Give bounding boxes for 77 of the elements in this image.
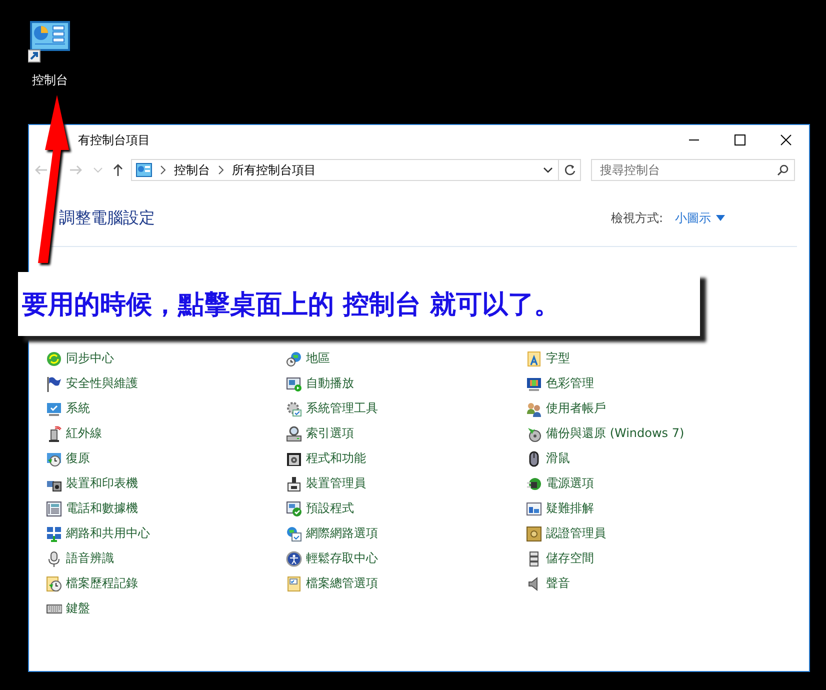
control-panel-link[interactable]: 色彩管理 (546, 375, 594, 392)
control-panel-link[interactable]: 網際網路選項 (306, 525, 378, 542)
control-panel-link[interactable]: 程式和功能 (306, 450, 366, 467)
folder-clock-icon (46, 576, 62, 592)
address-bar[interactable]: 控制台 所有控制台項目 (131, 159, 559, 181)
control-panel-link[interactable]: 系統 (66, 400, 90, 417)
page-heading: 調整電腦設定 (59, 208, 156, 228)
vault-icon (526, 526, 542, 542)
flag-icon (46, 376, 62, 392)
control-panel-link[interactable]: 同步中心 (66, 350, 114, 367)
media-window-icon (286, 376, 302, 392)
plug-icon (526, 476, 542, 492)
chevron-right-icon (160, 165, 166, 175)
monitor-icon (46, 400, 62, 416)
control-panel-link[interactable]: 聲音 (546, 575, 570, 592)
control-panel-link[interactable]: 索引選項 (306, 425, 354, 442)
control-panel-link[interactable]: 儲存空間 (546, 550, 594, 567)
refresh-icon (564, 164, 576, 176)
gear-icon (286, 400, 302, 416)
control-panel-link[interactable]: 復原 (66, 450, 90, 467)
control-panel-link[interactable]: 輕鬆存取中心 (306, 550, 378, 567)
control-panel-link[interactable]: 檔案總管選項 (306, 575, 378, 592)
desktop-icon-label: 控制台 (32, 72, 68, 89)
control-panel-link[interactable]: 網路和共用中心 (66, 525, 150, 542)
control-panel-link[interactable]: 認證管理員 (546, 525, 606, 542)
breadcrumb-item[interactable]: 控制台 (174, 162, 210, 178)
chevron-right-icon (218, 165, 224, 175)
refresh-button[interactable] (559, 159, 581, 181)
caret-icon (716, 215, 725, 221)
control-panel-icon[interactable] (28, 20, 72, 64)
control-panel-link[interactable]: 紅外線 (66, 425, 102, 442)
globe-window-icon (286, 526, 302, 542)
view-by-label: 檢視方式: (610, 210, 663, 226)
control-panel-link[interactable]: 地區 (306, 350, 330, 367)
accessibility-icon (286, 550, 302, 566)
device-icon (286, 476, 302, 492)
control-panel-link[interactable]: 裝置和印表機 (66, 475, 138, 492)
control-panel-link[interactable]: 電話和數據機 (66, 500, 138, 517)
control-panel-link[interactable]: 預設程式 (306, 500, 354, 517)
clock-monitor-icon (46, 450, 62, 466)
search-icon (777, 164, 789, 176)
view-by-dropdown[interactable]: 小圖示 (675, 210, 725, 226)
window-check-icon (286, 500, 302, 516)
window-title: 有控制台項目 (78, 132, 151, 148)
control-panel-link[interactable]: 疑難排解 (546, 500, 594, 517)
control-panel-link[interactable]: 系統管理工具 (306, 400, 378, 417)
breadcrumb-item[interactable]: 所有控制台項目 (232, 162, 316, 178)
control-panel-link[interactable]: 滑鼠 (546, 450, 570, 467)
control-panel-link[interactable]: 字型 (546, 350, 570, 367)
control-panel-link[interactable]: 語音辨識 (66, 550, 114, 567)
control-panel-link[interactable]: 電源選項 (546, 475, 594, 492)
magnifier-drive-icon (286, 426, 302, 442)
search-field[interactable]: 搜尋控制台 (591, 159, 795, 181)
folder-options-icon (286, 576, 302, 592)
sync-icon (46, 350, 62, 366)
annotation-callout: 要用的時候，點擊桌面上的 控制台 就可以了。 (18, 272, 700, 336)
control-panel-link[interactable]: 安全性與維護 (66, 375, 138, 392)
globe-clock-icon (286, 350, 302, 366)
microphone-icon (46, 550, 62, 566)
users-icon (526, 400, 542, 416)
control-panel-link[interactable]: 檔案歷程記錄 (66, 575, 138, 592)
control-panel-link[interactable]: 使用者帳戶 (546, 400, 606, 417)
troubleshoot-window-icon (526, 500, 542, 516)
disc-box-icon (286, 450, 302, 466)
maximize-icon (734, 134, 746, 146)
transmitter-icon (46, 426, 62, 442)
network-icon (46, 526, 62, 542)
font-file-icon (526, 350, 542, 366)
fax-phone-icon (46, 500, 62, 516)
control-panel-link[interactable]: 自動播放 (306, 375, 354, 392)
control-panel-link[interactable]: 鍵盤 (66, 600, 90, 617)
control-panel-link[interactable]: 裝置管理員 (306, 475, 366, 492)
control-panel-link[interactable]: 備份與還原 (Windows 7) (546, 425, 684, 442)
control-panel-icon (136, 163, 152, 177)
color-monitor-icon (526, 376, 542, 392)
backup-icon (526, 426, 542, 442)
close-icon (780, 134, 792, 146)
